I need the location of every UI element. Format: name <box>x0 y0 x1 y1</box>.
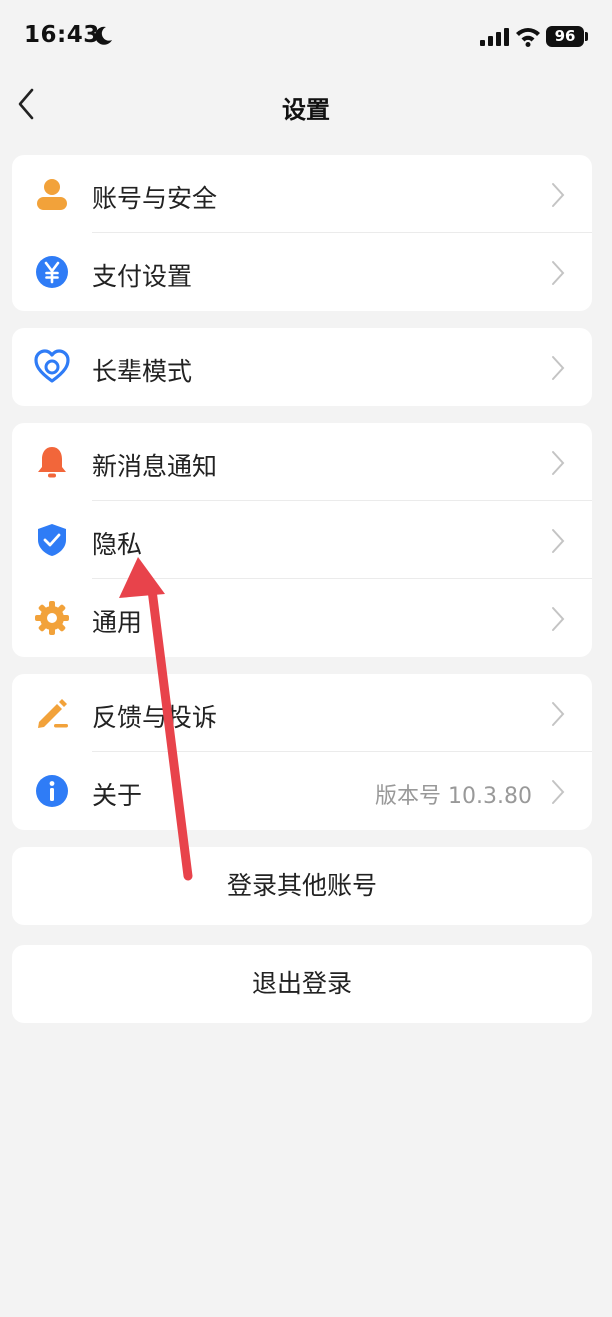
chevron-right-icon <box>552 780 565 804</box>
settings-item-label: 支付设置 <box>92 262 193 291</box>
page-title: 设置 <box>282 96 330 124</box>
settings-group-general: 新消息通知 隐私 通用 <box>12 423 592 657</box>
settings-item-label: 反馈与投诉 <box>92 703 218 732</box>
chevron-right-icon <box>552 356 565 380</box>
info-icon <box>36 775 68 807</box>
settings-item-payment[interactable]: 支付设置 <box>12 233 592 311</box>
settings-item-label: 关于 <box>92 781 143 810</box>
chevron-right-icon <box>552 607 565 631</box>
settings-group-about: 反馈与投诉 关于 版本号 10.3.80 <box>12 674 592 830</box>
settings-item-general[interactable]: 通用 <box>12 579 592 657</box>
settings-item-account-security[interactable]: 账号与安全 <box>12 155 592 233</box>
status-bar: 16:43 96 <box>0 0 612 72</box>
shield-icon <box>38 524 66 556</box>
settings-item-about[interactable]: 关于 版本号 10.3.80 <box>12 752 592 830</box>
wifi-icon <box>516 28 540 47</box>
settings-item-privacy[interactable]: 隐私 <box>12 501 592 579</box>
settings-page: 16:43 96 设置 账号与安全 支付设置 长辈模式 新消息通知 隐私 通用 … <box>0 0 612 1317</box>
switch-account-button[interactable]: 登录其他账号 <box>12 847 592 925</box>
chevron-right-icon <box>552 529 565 553</box>
heart-icon <box>34 349 70 383</box>
settings-item-notifications[interactable]: 新消息通知 <box>12 423 592 501</box>
chevron-right-icon <box>552 183 565 207</box>
battery-level: 96 <box>554 27 576 45</box>
chevron-right-icon <box>552 261 565 285</box>
logout-button[interactable]: 退出登录 <box>12 945 592 1023</box>
user-icon <box>37 179 67 210</box>
pencil-icon <box>38 699 68 728</box>
gear-icon <box>35 601 69 635</box>
moon-icon <box>95 26 112 45</box>
signal-icon <box>480 28 509 46</box>
settings-group-elder: 长辈模式 <box>12 328 592 406</box>
version-number: 版本号 10.3.80 <box>375 784 532 809</box>
settings-item-label: 长辈模式 <box>92 357 193 386</box>
bell-icon <box>38 447 66 478</box>
chevron-right-icon <box>552 702 565 726</box>
nav-bar: 设置 <box>0 72 612 138</box>
settings-group-account: 账号与安全 支付设置 <box>12 155 592 311</box>
settings-item-label: 新消息通知 <box>92 452 218 481</box>
settings-item-feedback[interactable]: 反馈与投诉 <box>12 674 592 752</box>
battery-tip <box>585 32 588 41</box>
settings-item-elder-mode[interactable]: 长辈模式 <box>12 328 592 406</box>
yuan-icon <box>36 256 68 288</box>
status-time: 16:43 <box>24 22 100 48</box>
settings-item-label: 账号与安全 <box>92 184 218 213</box>
chevron-right-icon <box>552 451 565 475</box>
battery-icon: 96 <box>546 26 584 47</box>
settings-item-label: 隐私 <box>92 530 143 559</box>
settings-item-label: 通用 <box>92 608 143 637</box>
